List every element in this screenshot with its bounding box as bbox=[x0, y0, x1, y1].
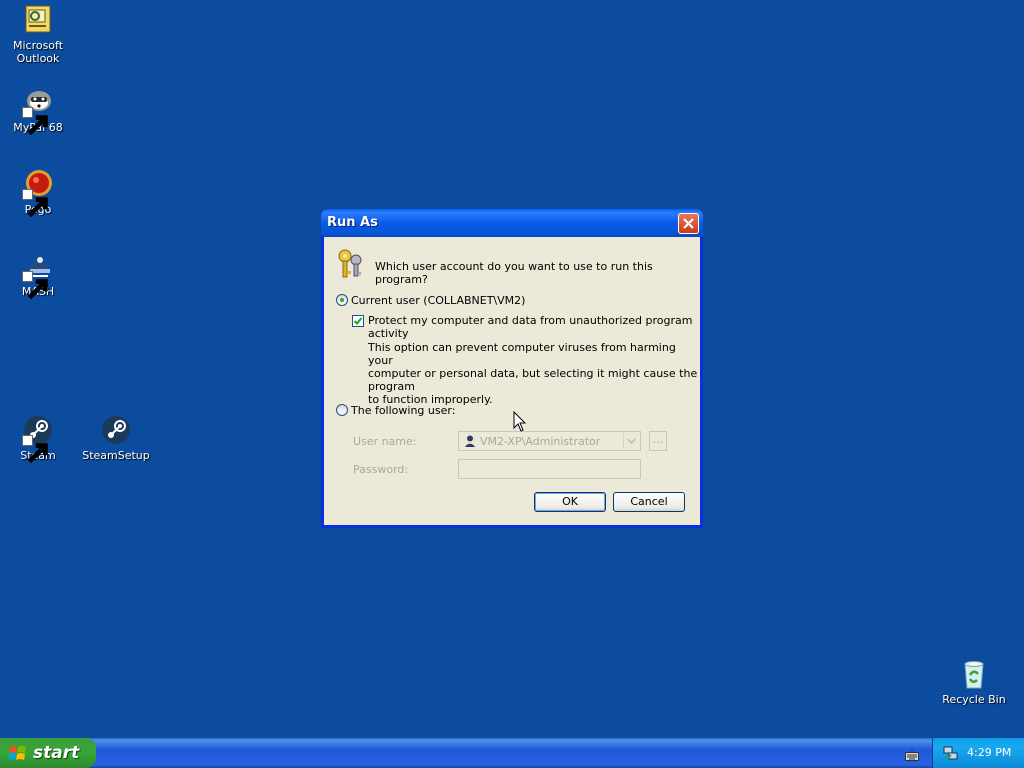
recycle-bin-icon bbox=[958, 658, 990, 690]
desktop-icon-recycle-bin[interactable]: Recycle Bin bbox=[936, 658, 1012, 706]
user-name-label: User name: bbox=[353, 435, 417, 448]
keys-icon bbox=[334, 247, 368, 281]
desktop-icon-steam[interactable]: Steam bbox=[0, 414, 76, 464]
outlook-icon bbox=[22, 4, 54, 36]
mypal-icon bbox=[22, 86, 54, 136]
current-user-radio[interactable] bbox=[336, 294, 348, 306]
windows-logo-icon bbox=[9, 746, 26, 760]
run-as-dialog: Run As Which user account do you want to… bbox=[321, 209, 703, 528]
dialog-titlebar[interactable]: Run As bbox=[321, 209, 703, 237]
desktop-icon-pego[interactable]: Pego bbox=[0, 168, 76, 218]
start-label: start bbox=[33, 743, 80, 763]
desktop-icon-outlook[interactable]: Microsoft Outlook bbox=[0, 4, 76, 65]
dialog-client-area: Which user account do you want to use to… bbox=[324, 237, 700, 525]
desktop-icon-mypal[interactable]: MyPal 68 bbox=[0, 86, 76, 136]
chevron-down-icon[interactable] bbox=[623, 433, 639, 449]
icon-label-line2: Outlook bbox=[16, 52, 60, 65]
network-icon[interactable] bbox=[943, 745, 959, 761]
description-line: This option can prevent computer viruses… bbox=[368, 341, 676, 367]
cancel-button[interactable]: Cancel bbox=[613, 492, 685, 512]
following-user-radio[interactable] bbox=[336, 404, 348, 416]
close-button[interactable] bbox=[678, 213, 699, 234]
mash-icon bbox=[22, 250, 54, 300]
following-user-label[interactable]: The following user: bbox=[351, 404, 455, 417]
pego-icon bbox=[22, 168, 54, 218]
current-user-label[interactable]: Current user (COLLABNET\VM2) bbox=[351, 294, 525, 307]
desktop-icon-steam-setup[interactable]: SteamSetup bbox=[78, 414, 154, 462]
system-tray: 4:29 PM bbox=[932, 738, 1024, 768]
desktop-icon-mash[interactable]: MASH bbox=[0, 250, 76, 300]
icon-label: SteamSetup bbox=[82, 449, 150, 462]
steam-setup-icon bbox=[100, 414, 132, 446]
protect-description: This option can prevent computer viruses… bbox=[368, 341, 700, 406]
icon-label: Microsoft bbox=[12, 39, 64, 52]
user-icon bbox=[463, 434, 477, 448]
close-icon bbox=[683, 218, 694, 229]
protect-checkbox[interactable] bbox=[352, 315, 364, 327]
ok-button[interactable]: OK bbox=[534, 492, 606, 512]
checkmark-icon bbox=[353, 317, 363, 325]
protect-label[interactable]: Protect my computer and data from unauth… bbox=[368, 314, 700, 340]
shortcut-arrow-icon bbox=[22, 271, 48, 300]
password-label: Password: bbox=[353, 463, 409, 476]
clock[interactable]: 4:29 PM bbox=[967, 746, 1011, 759]
browse-button[interactable]: ... bbox=[649, 431, 667, 451]
user-name-combo[interactable]: VM2-XP\Administrator bbox=[458, 431, 641, 451]
question-text: Which user account do you want to use to… bbox=[375, 260, 653, 286]
user-name-value: VM2-XP\Administrator bbox=[480, 435, 601, 448]
mouse-cursor-icon bbox=[513, 410, 527, 433]
dialog-title: Run As bbox=[327, 215, 378, 230]
icon-label: Recycle Bin bbox=[942, 693, 1006, 706]
browse-label: ... bbox=[652, 433, 664, 446]
taskbar: start 4:29 PM bbox=[0, 738, 1024, 768]
shortcut-arrow-icon bbox=[22, 435, 48, 464]
steam-icon bbox=[22, 414, 54, 464]
password-field[interactable] bbox=[458, 459, 641, 479]
start-button[interactable]: start bbox=[0, 738, 96, 768]
shortcut-arrow-icon bbox=[22, 189, 48, 218]
description-line: computer or personal data, but selecting… bbox=[368, 367, 698, 393]
shortcut-arrow-icon bbox=[22, 107, 48, 136]
keyboard-icon[interactable] bbox=[905, 747, 919, 761]
